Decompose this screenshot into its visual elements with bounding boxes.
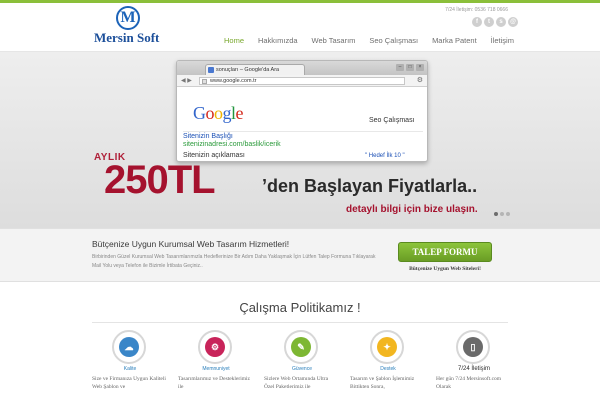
browser-urlbar: ◀ ▶ www.google.com.tr ⚙ bbox=[177, 75, 427, 87]
search-result: Sitenizin Başlığı sitenizinadresi.com/ba… bbox=[183, 131, 423, 161]
url-text: www.google.com.tr bbox=[210, 78, 257, 84]
slider-dot[interactable] bbox=[506, 212, 510, 216]
policy-label: Memnuniyet bbox=[202, 366, 230, 372]
policy-icon-ring: ☁ bbox=[112, 330, 146, 364]
maximize-icon: □ bbox=[406, 64, 414, 71]
policy-label: 7/24 İletişim bbox=[457, 366, 490, 372]
policy-icon-ring: ▯ bbox=[456, 330, 490, 364]
policy-label: Güvence bbox=[291, 366, 312, 372]
policy-description: Her gün 7/24 Mersinsoft.com Olarak bbox=[436, 376, 502, 390]
url-field: www.google.com.tr bbox=[199, 77, 405, 85]
gears-icon: ⚙ bbox=[205, 337, 225, 357]
mail-icon[interactable]: @ bbox=[508, 17, 518, 27]
slider-dots bbox=[494, 212, 510, 216]
info-bar: Bütçenize Uygun Kurumsal Web Tasarım Hiz… bbox=[0, 228, 600, 282]
mouse-icon: ▯ bbox=[463, 337, 483, 357]
page-icon bbox=[208, 67, 214, 73]
slider-dot[interactable] bbox=[500, 212, 504, 216]
twitter-icon[interactable]: t bbox=[484, 17, 494, 27]
nav-item-trademark[interactable]: Marka Patent bbox=[432, 36, 477, 45]
policy-description: Size ve Firmanıza Uygun Kaliteli Web Şab… bbox=[92, 376, 166, 390]
social-links: f t s @ bbox=[472, 17, 518, 27]
policy-icon-ring: ✎ bbox=[284, 330, 318, 364]
policies-section: ☁ Kalite Size ve Firmanıza Uygun Kalitel… bbox=[92, 330, 508, 400]
wrench-icon: ⚙ bbox=[416, 77, 423, 84]
google-logo: Google bbox=[193, 103, 244, 123]
nav-item-home[interactable]: Home bbox=[224, 36, 244, 45]
nav-item-web-design[interactable]: Web Tasarım bbox=[312, 36, 356, 45]
request-form-button[interactable]: TALEP FORMU bbox=[398, 242, 492, 262]
browser-mockup: sonuçları – Google'da Ara – □ × ◀ ▶ www.… bbox=[176, 60, 428, 162]
main-nav: Home Hakkımızda Web Tasarım Seo Çalışmas… bbox=[224, 36, 514, 45]
policy-quality: ☁ Kalite Size ve Firmanıza Uygun Kalitel… bbox=[92, 330, 168, 391]
info-description: Birbirinden Güzel Kurumsal Web Tasarımla… bbox=[92, 254, 376, 269]
policies-title: Çalışma Politikamız ! bbox=[239, 300, 361, 315]
minimize-icon: – bbox=[396, 64, 404, 71]
slider-dot[interactable] bbox=[494, 212, 498, 216]
nav-item-about[interactable]: Hakkımızda bbox=[258, 36, 298, 45]
policy-description: Sizlere Web Ortamında Ultra Özel Paketle… bbox=[264, 376, 329, 390]
nav-item-seo[interactable]: Seo Çalışması bbox=[369, 36, 418, 45]
window-controls: – □ × bbox=[396, 64, 424, 71]
cloud-icon: ☁ bbox=[119, 337, 139, 357]
policy-support: ✦ Destek Tasarım ve Şablon İşlemimiz Bit… bbox=[350, 330, 426, 391]
price-cta-text[interactable]: detaylı bilgi için bize ulaşın. bbox=[346, 204, 478, 215]
nav-item-contact[interactable]: İletişim bbox=[491, 36, 514, 45]
logo-text: Mersin Soft bbox=[94, 30, 160, 45]
close-icon: × bbox=[416, 64, 424, 71]
page-icon bbox=[202, 79, 207, 84]
policy-description: Tasarım ve Şablon İşlemimiz Bittikten So… bbox=[350, 376, 415, 390]
seo-label: Seo Çalışması bbox=[369, 117, 415, 124]
policy-label: Kalite bbox=[123, 366, 137, 372]
request-form-subtext: Bütçenize Uygun Web Siteleri! bbox=[409, 266, 481, 272]
policy-assurance: ✎ Güvence Sizlere Web Ortamında Ultra Öz… bbox=[264, 330, 340, 391]
browser-tab-title: sonuçları – Google'da Ara bbox=[216, 67, 280, 73]
price-amount: 250TL bbox=[104, 158, 216, 202]
policy-description: Tasarımlarımız ve Desteklerimiz ile bbox=[178, 376, 251, 390]
hero-slider: sonuçları – Google'da Ara – □ × ◀ ▶ www.… bbox=[0, 52, 600, 228]
hotline-text: 7/24 İletişim: 0536 718 0666 bbox=[445, 7, 508, 13]
back-forward-icon: ◀ ▶ bbox=[181, 78, 192, 84]
price-headline: ’den Başlayan Fiyatlarla.. bbox=[262, 176, 478, 196]
info-title: Bütçenize Uygun Kurumsal Web Tasarım Hiz… bbox=[92, 239, 290, 249]
policy-contact: ▯ 7/24 İletişim Her gün 7/24 Mersinsoft.… bbox=[436, 330, 512, 391]
result-title: Sitenizin Başlığı bbox=[183, 133, 233, 140]
policy-icon-ring: ✦ bbox=[370, 330, 404, 364]
divider bbox=[92, 322, 508, 323]
skype-icon[interactable]: s bbox=[496, 17, 506, 27]
site-logo[interactable]: M Mersin Soft bbox=[94, 6, 174, 50]
logo-emblem: M bbox=[116, 6, 140, 30]
browser-tabbar: sonuçları – Google'da Ara – □ × bbox=[177, 61, 427, 75]
facebook-icon[interactable]: f bbox=[472, 17, 482, 27]
policy-icon-ring: ⚙ bbox=[198, 330, 232, 364]
bulb-icon: ✦ bbox=[377, 337, 397, 357]
site-header: M Mersin Soft 7/24 İletişim: 0536 718 06… bbox=[0, 3, 600, 52]
policy-label: Destek bbox=[380, 366, 396, 372]
brush-icon: ✎ bbox=[291, 337, 311, 357]
policy-satisfaction: ⚙ Memnuniyet Tasarımlarımız ve Destekler… bbox=[178, 330, 254, 391]
result-url: sitenizinadresi.com/baslik/icerik bbox=[183, 141, 281, 148]
result-target: " Hedef İlk 10 " bbox=[365, 153, 405, 159]
browser-tab: sonuçları – Google'da Ara bbox=[205, 64, 305, 75]
